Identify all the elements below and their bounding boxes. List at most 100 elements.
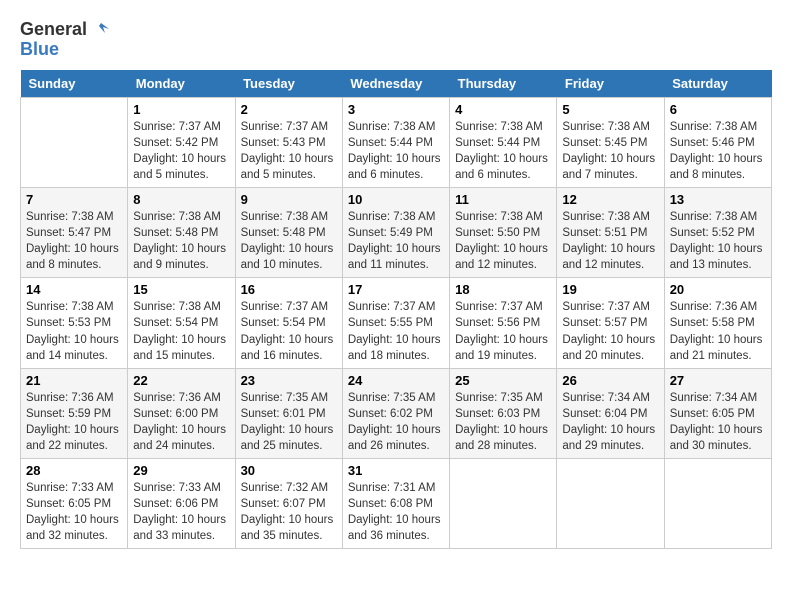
week-row-5: 28Sunrise: 7:33 AM Sunset: 6:05 PM Dayli… (21, 459, 772, 549)
day-number: 16 (241, 282, 337, 297)
day-number: 23 (241, 373, 337, 388)
day-info: Sunrise: 7:38 AM Sunset: 5:53 PM Dayligh… (26, 299, 122, 363)
day-number: 14 (26, 282, 122, 297)
calendar-cell: 23 Sunrise: 7:35 AM Sunset: 6:01 PM Dayli… (235, 368, 342, 458)
day-number: 22 (133, 373, 229, 388)
day-number: 26 (562, 373, 658, 388)
calendar-cell: 17Sunrise: 7:37 AM Sunset: 5:55 PM Dayli… (342, 278, 449, 368)
calendar-cell: 3Sunrise: 7:38 AM Sunset: 5:44 PM Daylig… (342, 97, 449, 187)
day-number: 18 (455, 282, 551, 297)
day-number: 3 (348, 102, 444, 117)
calendar-cell: 21Sunrise: 7:36 AM Sunset: 5:59 PM Dayli… (21, 368, 128, 458)
logo-blue: Blue (20, 40, 111, 60)
day-info: Sunrise: 7:34 AM Sunset: 6:05 PM Dayligh… (670, 390, 766, 454)
calendar-cell: 6 Sunrise: 7:38 AM Sunset: 5:46 PM Daylig… (664, 97, 771, 187)
day-info: Sunrise: 7:38 AM Sunset: 5:49 PM Dayligh… (348, 209, 444, 273)
col-header-friday: Friday (557, 70, 664, 98)
day-info: Sunrise: 7:38 AM Sunset: 5:52 PM Dayligh… (670, 209, 766, 273)
day-info: Sunrise: 7:37 AM Sunset: 5:42 PM Dayligh… (133, 119, 229, 183)
calendar-cell: 4 Sunrise: 7:38 AM Sunset: 5:44 PM Daylig… (450, 97, 557, 187)
col-header-sunday: Sunday (21, 70, 128, 98)
day-info: Sunrise: 7:34 AM Sunset: 6:04 PM Dayligh… (562, 390, 658, 454)
day-info: Sunrise: 7:35 AM Sunset: 6:03 PM Dayligh… (455, 390, 551, 454)
col-header-wednesday: Wednesday (342, 70, 449, 98)
day-number: 15 (133, 282, 229, 297)
day-number: 7 (26, 192, 122, 207)
calendar-cell: 19Sunrise: 7:37 AM Sunset: 5:57 PM Dayli… (557, 278, 664, 368)
day-number: 6 (670, 102, 766, 117)
day-info: Sunrise: 7:38 AM Sunset: 5:50 PM Dayligh… (455, 209, 551, 273)
day-number: 24 (348, 373, 444, 388)
day-info: Sunrise: 7:37 AM Sunset: 5:43 PM Dayligh… (241, 119, 337, 183)
header-row: SundayMondayTuesdayWednesdayThursdayFrid… (21, 70, 772, 98)
day-number: 13 (670, 192, 766, 207)
logo: General Blue (20, 20, 111, 60)
calendar-cell: 28Sunrise: 7:33 AM Sunset: 6:05 PM Dayli… (21, 459, 128, 549)
calendar-cell: 26 Sunrise: 7:34 AM Sunset: 6:04 PM Dayli… (557, 368, 664, 458)
day-number: 25 (455, 373, 551, 388)
calendar-cell: 5 Sunrise: 7:38 AM Sunset: 5:45 PM Daylig… (557, 97, 664, 187)
day-info: Sunrise: 7:38 AM Sunset: 5:51 PM Dayligh… (562, 209, 658, 273)
day-info: Sunrise: 7:33 AM Sunset: 6:05 PM Dayligh… (26, 480, 122, 544)
calendar-cell: 18 Sunrise: 7:37 AM Sunset: 5:56 PM Dayli… (450, 278, 557, 368)
day-info: Sunrise: 7:38 AM Sunset: 5:46 PM Dayligh… (670, 119, 766, 183)
day-number: 5 (562, 102, 658, 117)
day-info: Sunrise: 7:36 AM Sunset: 6:00 PM Dayligh… (133, 390, 229, 454)
calendar-cell: 1 Sunrise: 7:37 AM Sunset: 5:42 PM Daylig… (128, 97, 235, 187)
col-header-saturday: Saturday (664, 70, 771, 98)
calendar-cell (557, 459, 664, 549)
day-info: Sunrise: 7:35 AM Sunset: 6:02 PM Dayligh… (348, 390, 444, 454)
week-row-4: 21Sunrise: 7:36 AM Sunset: 5:59 PM Dayli… (21, 368, 772, 458)
day-info: Sunrise: 7:38 AM Sunset: 5:45 PM Dayligh… (562, 119, 658, 183)
calendar-table: SundayMondayTuesdayWednesdayThursdayFrid… (20, 70, 772, 550)
day-info: Sunrise: 7:38 AM Sunset: 5:48 PM Dayligh… (241, 209, 337, 273)
calendar-cell: 11 Sunrise: 7:38 AM Sunset: 5:50 PM Dayli… (450, 187, 557, 277)
calendar-cell: 15 Sunrise: 7:38 AM Sunset: 5:54 PM Dayli… (128, 278, 235, 368)
day-number: 11 (455, 192, 551, 207)
day-number: 4 (455, 102, 551, 117)
logo-general: General (20, 20, 87, 40)
calendar-cell (21, 97, 128, 187)
day-info: Sunrise: 7:37 AM Sunset: 5:54 PM Dayligh… (241, 299, 337, 363)
calendar-cell: 13 Sunrise: 7:38 AM Sunset: 5:52 PM Dayli… (664, 187, 771, 277)
day-info: Sunrise: 7:32 AM Sunset: 6:07 PM Dayligh… (241, 480, 337, 544)
calendar-cell (450, 459, 557, 549)
calendar-cell: 16 Sunrise: 7:37 AM Sunset: 5:54 PM Dayli… (235, 278, 342, 368)
calendar-cell: 12 Sunrise: 7:38 AM Sunset: 5:51 PM Dayli… (557, 187, 664, 277)
day-info: Sunrise: 7:33 AM Sunset: 6:06 PM Dayligh… (133, 480, 229, 544)
calendar-cell: 25 Sunrise: 7:35 AM Sunset: 6:03 PM Dayli… (450, 368, 557, 458)
page-header: General Blue (20, 20, 772, 60)
day-number: 9 (241, 192, 337, 207)
day-info: Sunrise: 7:36 AM Sunset: 5:58 PM Dayligh… (670, 299, 766, 363)
calendar-cell: 20Sunrise: 7:36 AM Sunset: 5:58 PM Dayli… (664, 278, 771, 368)
calendar-cell: 31Sunrise: 7:31 AM Sunset: 6:08 PM Dayli… (342, 459, 449, 549)
calendar-cell: 2Sunrise: 7:37 AM Sunset: 5:43 PM Daylig… (235, 97, 342, 187)
day-info: Sunrise: 7:38 AM Sunset: 5:44 PM Dayligh… (455, 119, 551, 183)
day-info: Sunrise: 7:37 AM Sunset: 5:56 PM Dayligh… (455, 299, 551, 363)
day-info: Sunrise: 7:37 AM Sunset: 5:57 PM Dayligh… (562, 299, 658, 363)
day-info: Sunrise: 7:38 AM Sunset: 5:47 PM Dayligh… (26, 209, 122, 273)
week-row-3: 14 Sunrise: 7:38 AM Sunset: 5:53 PM Dayli… (21, 278, 772, 368)
calendar-cell: 10 Sunrise: 7:38 AM Sunset: 5:49 PM Dayli… (342, 187, 449, 277)
week-row-2: 7 Sunrise: 7:38 AM Sunset: 5:47 PM Daylig… (21, 187, 772, 277)
day-number: 27 (670, 373, 766, 388)
calendar-cell: 27 Sunrise: 7:34 AM Sunset: 6:05 PM Dayli… (664, 368, 771, 458)
day-number: 1 (133, 102, 229, 117)
col-header-monday: Monday (128, 70, 235, 98)
day-number: 10 (348, 192, 444, 207)
calendar-cell: 9 Sunrise: 7:38 AM Sunset: 5:48 PM Daylig… (235, 187, 342, 277)
day-number: 30 (241, 463, 337, 478)
day-number: 8 (133, 192, 229, 207)
col-header-tuesday: Tuesday (235, 70, 342, 98)
logo-bird-icon (89, 21, 111, 39)
day-number: 12 (562, 192, 658, 207)
day-info: Sunrise: 7:37 AM Sunset: 5:55 PM Dayligh… (348, 299, 444, 363)
logo-container: General Blue (20, 20, 111, 60)
day-info: Sunrise: 7:35 AM Sunset: 6:01 PM Dayligh… (241, 390, 337, 454)
day-info: Sunrise: 7:38 AM Sunset: 5:48 PM Dayligh… (133, 209, 229, 273)
calendar-cell: 29Sunrise: 7:33 AM Sunset: 6:06 PM Dayli… (128, 459, 235, 549)
calendar-cell: 7 Sunrise: 7:38 AM Sunset: 5:47 PM Daylig… (21, 187, 128, 277)
calendar-cell: 14 Sunrise: 7:38 AM Sunset: 5:53 PM Dayli… (21, 278, 128, 368)
day-info: Sunrise: 7:31 AM Sunset: 6:08 PM Dayligh… (348, 480, 444, 544)
day-info: Sunrise: 7:38 AM Sunset: 5:54 PM Dayligh… (133, 299, 229, 363)
